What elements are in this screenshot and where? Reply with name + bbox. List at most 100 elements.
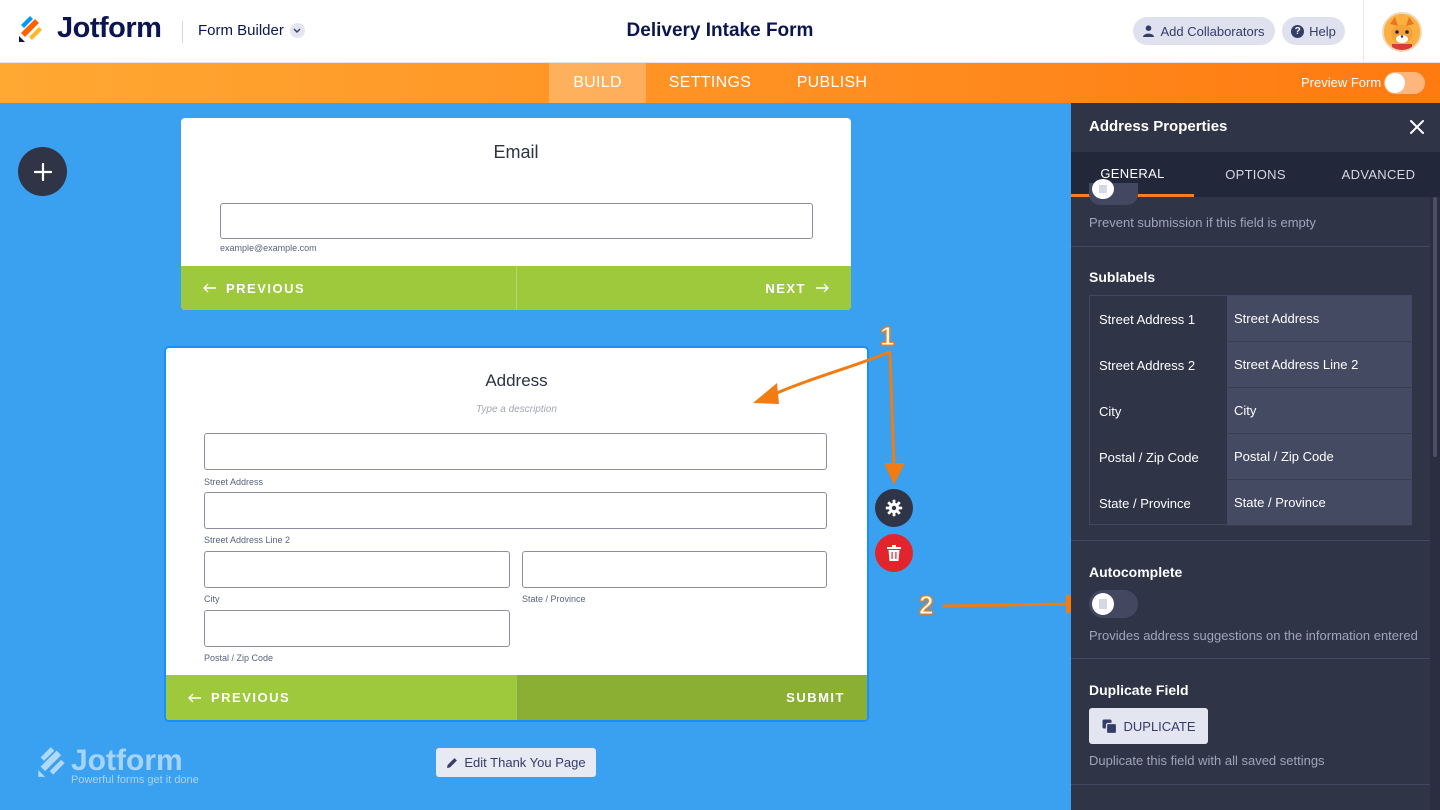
toggle-grip-icon [1099,185,1107,193]
form-builder-menu[interactable]: Form Builder [198,22,305,39]
avatar-fox-icon [1384,14,1420,50]
copy-icon [1102,719,1117,734]
add-form-element-button[interactable] [18,147,67,196]
panel-divider [1071,540,1430,541]
email-pager: PREVIOUS NEXT [181,266,851,310]
sublabel-name: Postal / Zip Code [1099,449,1199,465]
email-previous-button[interactable]: PREVIOUS [181,266,516,310]
close-icon[interactable] [1408,118,1426,136]
email-field-card[interactable]: Email example@example.com PREVIOUS NEXT [181,118,851,310]
sublabel-value-input[interactable]: State / Province [1227,480,1411,526]
watermark-logo-icon [38,747,65,777]
email-sublabel: example@example.com [220,243,317,253]
brand-name[interactable]: Jotform [57,12,162,45]
address-field-label[interactable]: Address [166,371,867,391]
preview-form-toggle[interactable] [1384,72,1425,94]
jotform-logo-icon[interactable] [18,15,44,43]
submit-button[interactable]: SUBMIT [516,675,867,720]
sublabel-value-input[interactable]: City [1227,388,1411,434]
sublabel-name: Street Address 2 [1099,357,1196,373]
panel-scrollbar[interactable] [1430,197,1440,810]
watermark-tagline: Powerful forms get it done [71,774,199,786]
arrow-left-icon [203,283,216,293]
sublabels-table: Street Address 1 Street Address Street A… [1089,295,1412,526]
toggle-knob [1092,179,1114,199]
duplicate-button[interactable]: DUPLICATE [1089,708,1208,744]
sublabel-value-input[interactable]: Postal / Zip Code [1227,434,1411,480]
edit-thank-you-page-button[interactable]: Edit Thank You Page [436,748,596,777]
city-input[interactable] [204,551,510,588]
address-field-card[interactable]: Address Type a description Street Addres… [164,346,869,722]
panel-divider [1071,246,1430,247]
chevron-down-icon [289,23,305,38]
address-pager: PREVIOUS SUBMIT [166,675,867,720]
builder-nav-bar: BUILD SETTINGS PUBLISH Preview Form [0,63,1440,103]
email-input[interactable] [220,203,813,239]
previous-label: PREVIOUS [226,280,306,296]
sublabel-row: State / Province State / Province [1090,480,1411,526]
scrollbar-thumb[interactable] [1433,197,1437,457]
tab-advanced[interactable]: ADVANCED [1317,152,1440,197]
sublabel-name: City [1099,403,1122,419]
tab-options[interactable]: OPTIONS [1194,152,1317,197]
email-next-button[interactable]: NEXT [515,266,852,310]
plus-icon [33,162,52,181]
sublabel-name: State / Province [1099,495,1191,511]
sublabel-row: Street Address 2 Street Address Line 2 [1090,342,1411,388]
avatar[interactable] [1382,12,1422,52]
city-sublabel: City [204,594,220,604]
panel-divider [1071,658,1430,659]
tab-publish[interactable]: PUBLISH [774,63,890,103]
previous-label: PREVIOUS [211,690,291,705]
duplicate-help-text: Duplicate this field with all saved sett… [1089,753,1325,768]
address-previous-button[interactable]: PREVIOUS [166,675,516,720]
tab-build[interactable]: BUILD [549,63,646,103]
add-collaborators-label: Add Collaborators [1160,23,1265,39]
sublabel-row: Postal / Zip Code Postal / Zip Code [1090,434,1411,480]
properties-panel: Address Properties GENERAL OPTIONS ADVAN… [1071,103,1440,810]
user-icon [1143,25,1155,37]
postal-code-sublabel: Postal / Zip Code [204,653,274,663]
address-description-placeholder[interactable]: Type a description [166,404,867,415]
street-address-sublabel: Street Address [204,477,264,487]
arrow-to-gear-button [884,350,905,485]
toggle-grip-icon [1099,599,1107,609]
delete-field-button[interactable] [875,534,913,572]
sublabel-value-input[interactable]: Street Address [1227,296,1411,342]
toggle-knob [1385,73,1405,93]
help-button[interactable]: ? Help [1282,17,1345,45]
help-icon: ? [1291,24,1305,38]
autocomplete-toggle[interactable] [1089,590,1138,618]
top-header: Jotform Form Builder Delivery Intake For… [0,0,1440,63]
preview-form-label: Preview Form [1301,75,1382,90]
autocomplete-title: Autocomplete [1089,564,1183,580]
submit-label: SUBMIT [786,690,845,705]
required-toggle[interactable] [1089,179,1138,205]
sublabel-value-input[interactable]: Street Address Line 2 [1227,342,1411,388]
email-field-label[interactable]: Email [181,142,851,163]
pencil-icon [447,757,458,768]
arrow-to-autocomplete-toggle [942,594,1088,614]
street-address-input[interactable] [204,433,827,470]
tab-settings[interactable]: SETTINGS [646,63,774,103]
form-title[interactable]: Delivery Intake Form [627,20,814,41]
sublabels-title: Sublabels [1089,269,1156,285]
header-divider [182,21,183,43]
state-province-input[interactable] [522,551,827,588]
watermark-brand: Jotform [71,744,183,777]
add-collaborators-button[interactable]: Add Collaborators [1133,17,1275,45]
required-help-text: Prevent submission if this field is empt… [1089,215,1316,230]
annotation-marker-2: 2 [918,590,934,621]
panel-title: Address Properties [1089,118,1228,135]
help-label: Help [1309,23,1336,39]
next-label: NEXT [765,280,806,296]
arrow-left-icon [188,693,201,702]
state-province-sublabel: State / Province [522,594,586,604]
arrow-right-icon [816,283,829,293]
annotation-marker-1: 1 [879,321,895,352]
street-address-line2-input[interactable] [204,492,827,529]
panel-divider [1071,784,1430,785]
postal-code-input[interactable] [204,610,510,647]
duplicate-label: DUPLICATE [1123,718,1196,734]
field-properties-button[interactable] [875,489,913,527]
